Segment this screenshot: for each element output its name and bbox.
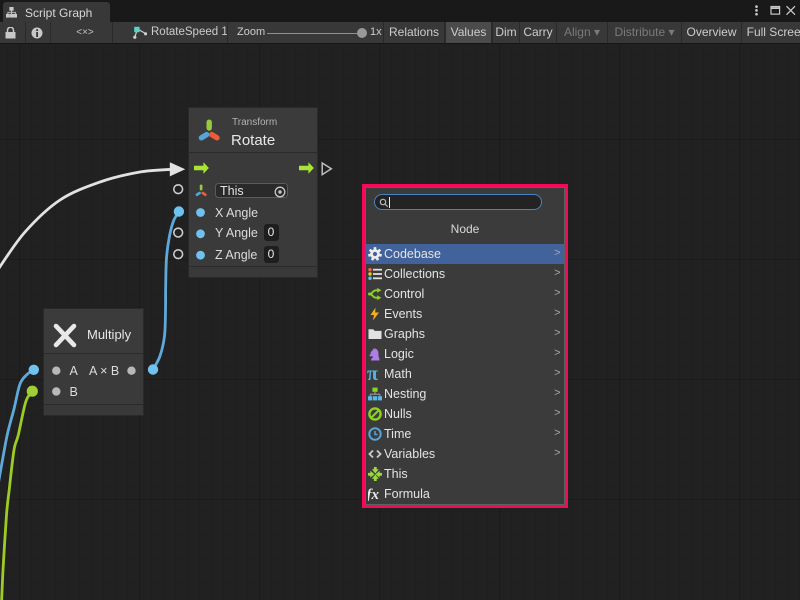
svg-text:fx: fx [368, 487, 379, 501]
svg-text:π: π [367, 363, 378, 385]
